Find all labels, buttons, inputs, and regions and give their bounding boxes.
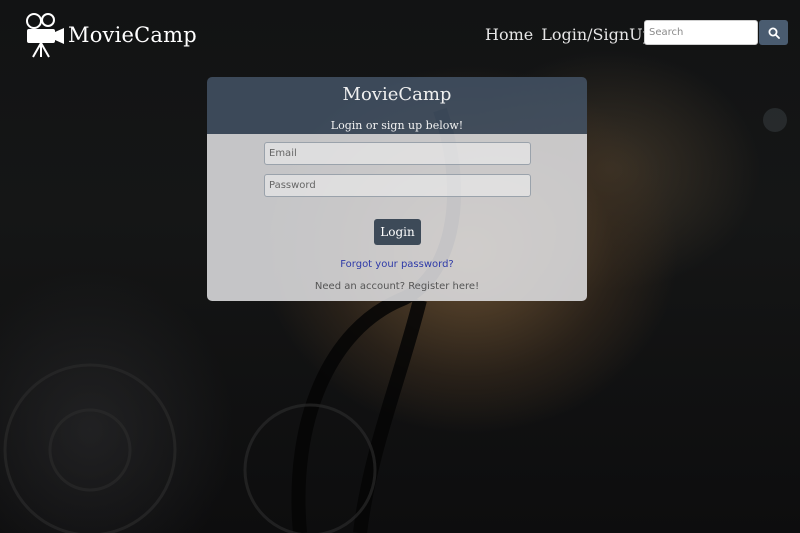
brand-name: MovieCamp bbox=[68, 23, 197, 47]
nav-link-home[interactable]: Home bbox=[485, 25, 533, 44]
search-form bbox=[644, 20, 788, 45]
register-link[interactable]: Need an account? Register here! bbox=[207, 281, 587, 292]
login-card-subtitle: Login or sign up below! bbox=[330, 119, 464, 132]
email-field[interactable] bbox=[264, 142, 531, 165]
forgot-password-link[interactable]: Forgot your password? bbox=[207, 259, 587, 270]
navbar: MovieCamp Home Login/SignUp bbox=[0, 0, 800, 68]
password-field[interactable] bbox=[264, 174, 531, 197]
login-button[interactable]: Login bbox=[374, 219, 421, 245]
movie-camera-icon bbox=[26, 13, 64, 58]
brand[interactable]: MovieCamp bbox=[22, 12, 197, 58]
login-card-title: MovieCamp bbox=[342, 84, 452, 105]
nav-links: Home Login/SignUp bbox=[485, 25, 653, 44]
login-card: MovieCamp Login or sign up below! Login … bbox=[207, 77, 587, 301]
search-input[interactable] bbox=[644, 20, 758, 45]
search-icon bbox=[768, 27, 780, 39]
search-button[interactable] bbox=[759, 20, 788, 45]
nav-link-login-signup[interactable]: Login/SignUp bbox=[541, 25, 653, 44]
